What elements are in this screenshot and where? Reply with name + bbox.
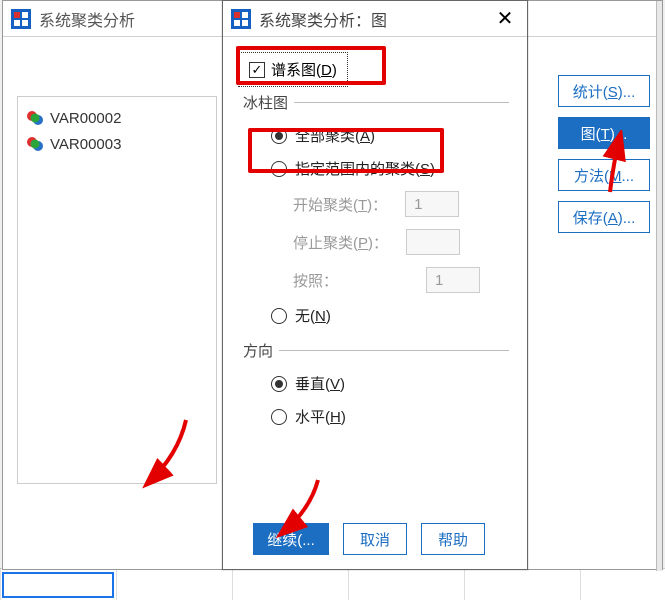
sub-bottom-bar: 继续(... 取消 帮助 (223, 523, 527, 555)
list-item[interactable]: VAR00003 (24, 131, 210, 157)
orientation-fieldset: 方向 垂直(V) 水平(H) (241, 350, 509, 433)
scale-variable-icon (26, 135, 44, 153)
variable-name: VAR00003 (50, 136, 121, 153)
by-label: 按照： (293, 270, 338, 291)
help-button[interactable]: 帮助 (421, 523, 485, 555)
method-button[interactable]: 方法(M... (558, 159, 650, 191)
icicle-all-label: 全部聚类(A) (295, 125, 375, 146)
cancel-button[interactable]: 取消 (343, 523, 407, 555)
dendrogram-label: 谱系图(D) (271, 59, 337, 80)
list-item[interactable]: VAR00002 (24, 105, 210, 131)
plots-subdialog: 系统聚类分析：图 ✕ 谱系图(D) 冰柱图 全部聚类(A) 指定范围内的聚类(S… (222, 0, 528, 570)
main-dialog-title: 系统聚类分析 (39, 7, 135, 31)
variable-list[interactable]: VAR00002 VAR00003 (17, 96, 217, 484)
icicle-range-radio[interactable]: 指定范围内的聚类(S) (269, 152, 509, 185)
radio-icon (271, 308, 287, 324)
start-cluster-input[interactable]: 1 (405, 191, 459, 217)
side-button-column: 统计(S)... 图(T)... 方法(M... 保存(A)... (558, 75, 650, 233)
right-edge-strip (656, 1, 662, 571)
icicle-fieldset: 冰柱图 全部聚类(A) 指定范围内的聚类(S) 开始聚类(T)： 1 停止聚类(… (241, 102, 509, 332)
scale-variable-icon (26, 109, 44, 127)
orientation-legend: 方向 (237, 340, 279, 361)
checkbox-icon (249, 62, 265, 78)
start-cluster-row: 开始聚类(T)： 1 (291, 185, 509, 223)
radio-icon (271, 409, 287, 425)
app-icon (231, 9, 251, 29)
icicle-all-radio[interactable]: 全部聚类(A) (269, 119, 509, 152)
radio-icon (271, 376, 287, 392)
stop-cluster-row: 停止聚类(P)： (291, 223, 509, 261)
icicle-none-radio[interactable]: 无(N) (269, 299, 509, 332)
by-input[interactable]: 1 (426, 267, 480, 293)
variable-name: VAR00002 (50, 110, 121, 127)
dendrogram-checkbox-row[interactable]: 谱系图(D) (241, 55, 345, 84)
stop-cluster-label: 停止聚类(P)： (293, 232, 388, 253)
statistics-button[interactable]: 统计(S)... (558, 75, 650, 107)
plots-button[interactable]: 图(T)... (558, 117, 650, 149)
sub-titlebar: 系统聚类分析：图 ✕ (223, 1, 527, 37)
continue-button[interactable]: 继续(... (253, 523, 329, 555)
save-button[interactable]: 保存(A)... (558, 201, 650, 233)
by-row: 按照： 1 (291, 261, 509, 299)
orientation-vertical-radio[interactable]: 垂直(V) (269, 367, 509, 400)
orientation-vertical-label: 垂直(V) (295, 373, 345, 394)
orientation-horizontal-radio[interactable]: 水平(H) (269, 400, 509, 433)
radio-icon (271, 128, 287, 144)
icicle-range-label: 指定范围内的聚类(S) (295, 158, 435, 179)
close-icon[interactable]: ✕ (491, 5, 519, 33)
sub-body: 谱系图(D) 冰柱图 全部聚类(A) 指定范围内的聚类(S) 开始聚类(T)： … (223, 37, 527, 443)
start-cluster-label: 开始聚类(T)： (293, 194, 387, 215)
icicle-none-label: 无(N) (295, 305, 331, 326)
orientation-horizontal-label: 水平(H) (295, 406, 346, 427)
stop-cluster-input[interactable] (406, 229, 460, 255)
icicle-legend: 冰柱图 (237, 92, 294, 113)
spreadsheet-active-cell[interactable] (2, 572, 114, 598)
app-icon (11, 9, 31, 29)
radio-icon (271, 161, 287, 177)
sub-dialog-title: 系统聚类分析：图 (259, 7, 491, 31)
